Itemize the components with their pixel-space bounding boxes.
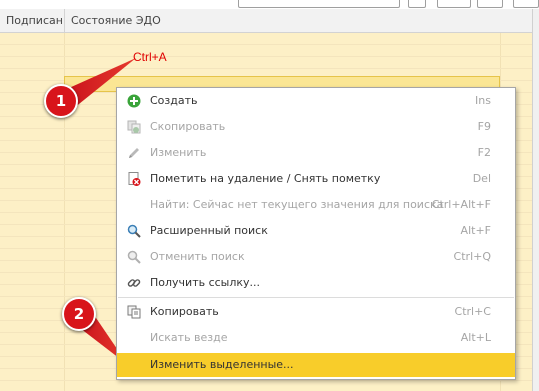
toolbar [0,0,539,9]
menu-item-copy-record[interactable]: Скопировать F9 [117,114,515,140]
menu-item-get-link[interactable]: Получить ссылку... [117,270,515,296]
menu-item-label: Искать везде [150,331,228,344]
toolbar-search-field[interactable] [238,0,400,8]
menu-item-search-everywhere[interactable]: Искать везде Alt+L [117,325,515,351]
toolbar-button[interactable] [408,0,426,8]
menu-item-copy[interactable]: Копировать Ctrl+C [117,299,515,325]
menu-item-shortcut: Ctrl+C [454,305,491,318]
step-badge-2: 2 [62,297,96,331]
menu-item-shortcut: F9 [477,120,491,133]
toolbar-button[interactable] [513,0,539,8]
menu-item-edit[interactable]: Изменить F2 [117,140,515,166]
delete-mark-icon [128,172,141,186]
menu-item-label: Расширенный поиск [150,224,268,237]
menu-item-label: Найти: Сейчас нет текущего значения для … [150,198,444,211]
column-header-signed[interactable]: Подписан [0,9,65,32]
menu-item-shortcut: F2 [477,146,491,159]
menu-item-shortcut: Ctrl+Alt+F [431,198,491,211]
vertical-scrollbar[interactable] [532,9,539,391]
menu-item-label: Отменить поиск [150,250,245,263]
add-icon [127,94,141,108]
column-header-edo-state[interactable]: Состояние ЭДО [65,9,532,32]
clipboard-copy-icon [127,305,141,319]
toolbar-button[interactable] [477,0,503,8]
hotkey-annotation: Ctrl+A [133,50,167,64]
menu-item-find[interactable]: Найти: Сейчас нет текущего значения для … [117,192,515,218]
menu-separator [118,297,514,298]
menu-item-advanced-search[interactable]: Расширенный поиск Alt+F [117,218,515,244]
menu-item-label: Изменить выделенные... [150,358,294,371]
search-icon [127,224,141,238]
menu-item-shortcut: Ins [475,94,491,107]
step-badge-1: 1 [44,84,78,118]
menu-item-shortcut: Ctrl+Q [453,250,491,263]
menu-item-label: Изменить [150,146,207,159]
menu-item-edit-selected[interactable]: Изменить выделенные... [117,353,515,377]
pencil-icon [129,148,139,158]
table-row[interactable] [0,57,532,69]
menu-item-create[interactable]: Создать Ins [117,88,515,114]
context-menu: Создать Ins Скопировать F9 Изменить F2 П… [116,87,516,380]
copy-icon [127,120,141,134]
table-row[interactable] [0,33,532,45]
table-row[interactable] [0,45,532,57]
link-icon [127,279,141,287]
menu-item-shortcut: Alt+F [460,224,491,237]
menu-item-mark-delete[interactable]: Пометить на удаление / Снять пометку Del [117,166,515,192]
grid-header: Подписан Состояние ЭДО [0,9,532,33]
cancel-search-icon [127,250,141,264]
menu-item-label: Создать [150,94,198,107]
menu-item-label: Пометить на удаление / Снять пометку [150,172,381,185]
menu-item-label: Получить ссылку... [150,276,261,289]
toolbar-button[interactable] [437,0,471,8]
menu-item-label: Скопировать [150,120,226,133]
menu-item-label: Копировать [150,305,219,318]
table-row[interactable] [0,381,532,391]
menu-item-shortcut: Alt+L [460,331,491,344]
menu-item-shortcut: Del [472,172,491,185]
menu-item-cancel-search[interactable]: Отменить поиск Ctrl+Q [117,244,515,270]
